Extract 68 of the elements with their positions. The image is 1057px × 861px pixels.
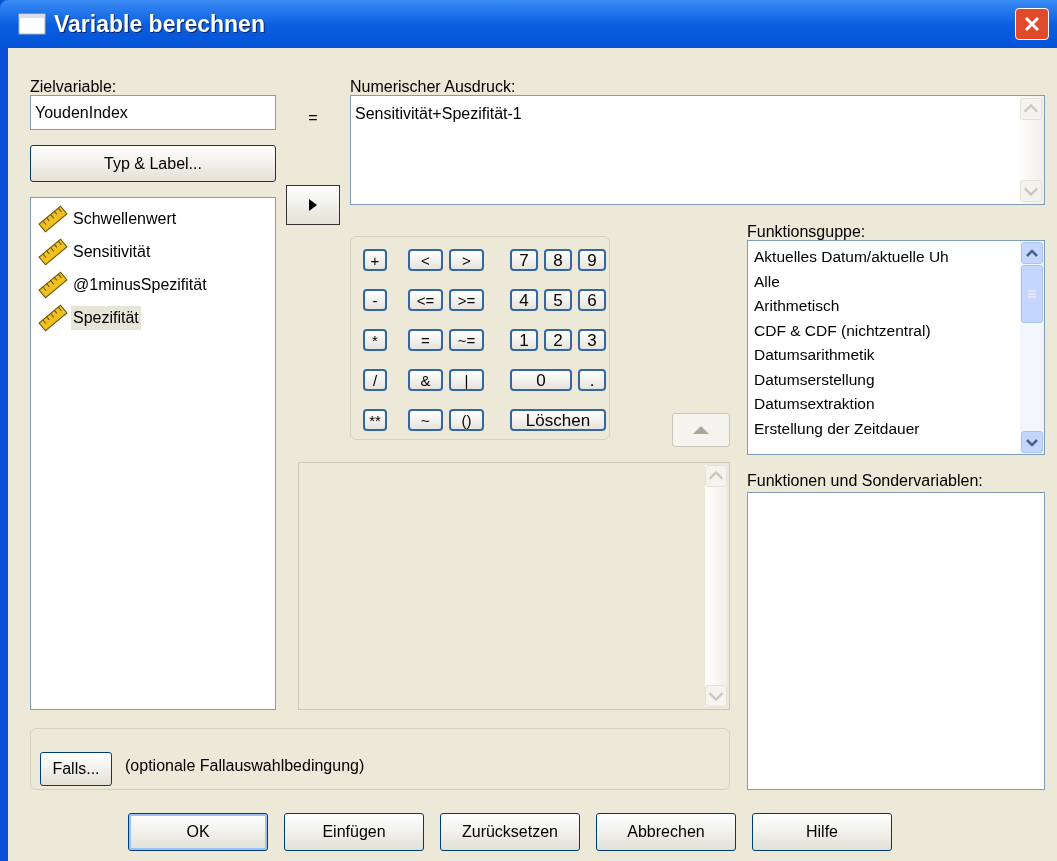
operator-key[interactable]: * — [363, 329, 387, 351]
operator-key[interactable]: > — [449, 249, 484, 271]
calculator-key[interactable]: 8 — [544, 249, 572, 271]
calculator-key[interactable]: 2 — [544, 329, 572, 351]
dialog-button[interactable]: Einfügen — [284, 813, 424, 851]
list-item[interactable]: Aktuelles Datum/aktuelle Uh — [754, 245, 1020, 270]
calculator-key[interactable]: 7 — [510, 249, 538, 271]
operator-key[interactable]: ~= — [449, 329, 484, 351]
dialog-button[interactable]: Zurücksetzen — [440, 813, 580, 851]
list-item[interactable]: Alle — [754, 269, 1020, 294]
operator-key[interactable]: / — [363, 369, 387, 391]
target-variable-field[interactable]: YoudenIndex — [30, 95, 276, 130]
right-arrow-icon — [308, 198, 318, 212]
list-item[interactable]: Arithmetisch — [754, 294, 1020, 319]
grip-icon — [1026, 290, 1038, 298]
list-label: Funktionen und Sondervariablen: — [747, 473, 984, 489]
field-label: Numerischer Ausdruck: — [350, 79, 517, 95]
calculator-key[interactable]: Löschen — [510, 409, 606, 431]
list-label: Funktionsguppe: — [747, 224, 867, 240]
operator-key[interactable]: <= — [408, 289, 443, 311]
list-item[interactable]: CDF & CDF (nichtzentral) — [754, 318, 1020, 343]
operator-key[interactable]: - — [363, 289, 387, 311]
operator-key[interactable]: ** — [363, 409, 387, 431]
dialog-button[interactable]: OK — [128, 813, 268, 851]
up-arrow-icon — [692, 424, 710, 436]
if-button[interactable]: Falls... — [40, 752, 112, 786]
variable-item[interactable]: Spezifität — [71, 305, 141, 330]
equals-sign: = — [308, 107, 318, 128]
calculator-key[interactable]: 1 — [510, 329, 538, 351]
move-right-button[interactable] — [286, 185, 340, 225]
operator-key[interactable]: | — [449, 369, 484, 391]
calculator-key[interactable]: 9 — [578, 249, 606, 271]
variable-item[interactable]: Schwellenwert — [71, 206, 179, 231]
function-group-list[interactable]: Aktuelles Datum/aktuelle Uh Alle Arithmetisch CDF & CDF (nichtzentral) Datumsarithmetik Datumserstellung Datumsextraktion Erstellung der Zeitdauer — [747, 240, 1045, 455]
operator-key[interactable]: & — [408, 369, 443, 391]
operator-key[interactable]: < — [408, 249, 443, 271]
scroll-down-button[interactable] — [1021, 431, 1043, 453]
list-item[interactable]: Datumsextraktion — [754, 392, 1020, 417]
operator-key[interactable]: + — [363, 249, 387, 271]
field-label: Zielvariable: — [30, 79, 118, 95]
dialog-button[interactable]: Hilfe — [752, 813, 892, 851]
condition-text: (optionale Fallauswahlbedingung) — [125, 756, 365, 776]
type-label-button[interactable]: Typ & Label... — [30, 145, 276, 182]
operator-key[interactable]: () — [449, 409, 484, 431]
calculator-key[interactable]: 4 — [510, 289, 538, 311]
calculator-key[interactable]: 0 — [510, 369, 572, 391]
move-up-button[interactable] — [672, 413, 730, 447]
operator-key[interactable]: ~ — [408, 409, 443, 431]
scroll-up-button[interactable] — [1021, 242, 1043, 264]
list-item[interactable]: Datumsarithmetik — [754, 343, 1020, 368]
close-icon — [1023, 15, 1041, 33]
calculator-key[interactable]: . — [578, 369, 606, 391]
scroll-thumb[interactable] — [1021, 265, 1043, 323]
operator-key[interactable]: >= — [449, 289, 484, 311]
calculator-key[interactable]: 3 — [578, 329, 606, 351]
operator-key[interactable]: = — [408, 329, 443, 351]
calculator-key[interactable]: 5 — [544, 289, 572, 311]
functions-list[interactable] — [747, 492, 1045, 790]
close-button[interactable] — [1015, 8, 1049, 40]
variable-list[interactable]: Schwellenwert Sensitivität @1minusSpezifität Spezifität — [30, 197, 276, 710]
variable-item[interactable]: @1minusSpezifität — [71, 272, 209, 297]
window-title: Variable berechnen — [54, 9, 265, 39]
variable-item[interactable]: Sensitivität — [71, 239, 153, 264]
calculator-key[interactable]: 6 — [578, 289, 606, 311]
list-item[interactable]: Datumserstellung — [754, 367, 1020, 392]
window-icon — [18, 13, 46, 35]
list-item[interactable]: Erstellung der Zeitdauer — [754, 416, 1020, 441]
dialog-button[interactable]: Abbrechen — [596, 813, 736, 851]
